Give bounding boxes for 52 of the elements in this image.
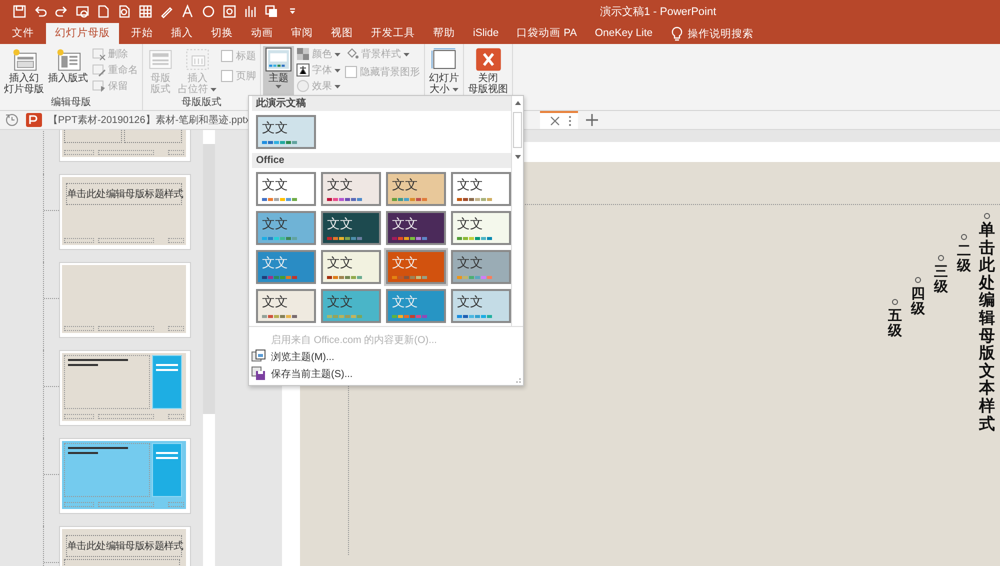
theme-thumbnail[interactable]: 文文 (256, 211, 316, 245)
ribbon-tab[interactable]: 动画 (242, 23, 282, 44)
ribbon-tab[interactable]: 幻灯片母版 (46, 23, 119, 44)
theme-thumbnail[interactable]: 文文 (451, 250, 511, 284)
vertical-text: 单击此处编辑母版文本样式 (979, 222, 995, 434)
theme-thumbnail[interactable]: 文文 (321, 211, 381, 245)
vertical-text: 五级 (888, 308, 902, 339)
ribbon-tab[interactable]: 开始 (122, 23, 162, 44)
search-field[interactable]: 操作说明搜索 (688, 28, 778, 40)
theme-thumbnail[interactable]: 文文 (256, 289, 316, 323)
ribbon-button[interactable]: 幻灯片 大小 (427, 46, 461, 97)
theme-thumbnail[interactable]: 文文 (386, 250, 446, 284)
group-label: 编辑母版 (51, 97, 91, 110)
vertical-text: 三级 (934, 264, 948, 295)
ribbon-tab[interactable]: OneKey Lite (586, 23, 662, 44)
thumbnail-title: 单击此处编辑母版标题样式 (67, 188, 184, 201)
theme-thumbnail[interactable]: 文文 (321, 172, 381, 206)
window-title: 演示文稿1 - PowerPoint (600, 4, 716, 18)
slide-thumbnail[interactable]: 单击此处编辑母版标题样式 (59, 174, 191, 250)
theme-thumbnail[interactable]: 文文 (451, 289, 511, 323)
section-header: Office (252, 153, 511, 168)
vertical-text: 四级 (911, 286, 925, 317)
ribbon-tab[interactable]: 帮助 (424, 23, 464, 44)
theme-thumbnail[interactable]: 文文 (386, 172, 446, 206)
ribbon-button[interactable]: 插入版式 (46, 46, 90, 97)
theme-thumbnail[interactable]: 文文 (386, 289, 446, 323)
ribbon-tab[interactable]: 审阅 (282, 23, 322, 44)
ribbon-tab[interactable]: 切换 (202, 23, 242, 44)
theme-thumbnail[interactable]: 文文 (386, 211, 446, 245)
theme-thumbnail[interactable]: 文文 (256, 115, 316, 149)
ribbon-tab[interactable]: 插入 (162, 23, 202, 44)
ribbon-tab[interactable]: 开发工具 (362, 23, 424, 44)
ribbon-button[interactable]: 主题 (263, 46, 294, 97)
theme-thumbnail[interactable]: 文文 (256, 172, 316, 206)
menu-item[interactable]: 保存当前主题(S)... (251, 365, 523, 382)
theme-thumbnail[interactable]: 文文 (321, 289, 381, 323)
theme-thumbnail[interactable]: 文文 (321, 250, 381, 284)
ribbon-tab[interactable]: 文件 (3, 23, 43, 44)
theme-thumbnail[interactable]: 文文 (451, 172, 511, 206)
ribbon-button[interactable]: 插入幻 灯片母版 (2, 46, 46, 97)
ribbon-tab[interactable]: 口袋动画 PA (508, 23, 586, 44)
ribbon-tab[interactable]: iSlide (464, 23, 508, 44)
theme-thumbnail[interactable]: 文文 (256, 250, 316, 284)
group-label: 母版版式 (182, 97, 222, 110)
theme-thumbnail[interactable]: 文文 (451, 211, 511, 245)
ribbon-tab[interactable]: 视图 (322, 23, 362, 44)
slide-thumbnail[interactable]: 单击此处编辑母版标题样式 (59, 526, 191, 566)
thumbnail-title: 单击此处编辑母版标题样式 (67, 540, 184, 553)
ribbon-button[interactable]: 关闭 母版视图 (466, 46, 510, 97)
menu-item[interactable]: 浏览主题(M)... (251, 348, 523, 365)
section-header: 此演示文稿 (252, 96, 511, 111)
vertical-text: 二级 (957, 243, 971, 274)
